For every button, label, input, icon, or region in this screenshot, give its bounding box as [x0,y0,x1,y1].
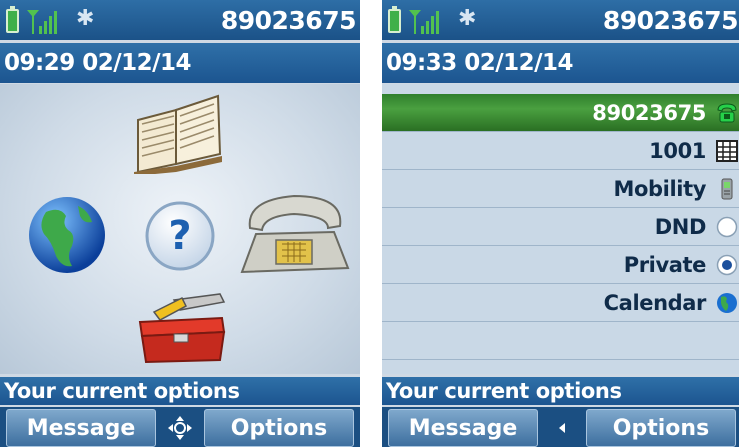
signal-icon [409,10,439,34]
list-item-dnd[interactable]: DND [382,208,739,246]
bluetooth-icon: ✱ [76,6,95,31]
status-bar: ✱ 89023675 [382,0,739,40]
svg-text:?: ? [168,213,191,259]
calendar-globe-icon [717,293,737,313]
list-item-label: DND [654,215,707,239]
navigation-cross-icon [163,411,197,445]
list-item-empty [382,322,739,360]
status-bar: ✱ 89023675 [0,0,360,40]
message-softkey[interactable]: Message [6,409,156,447]
list-item-label: Private [623,253,707,277]
globe-icon[interactable] [26,194,108,276]
telephone-icon[interactable] [236,188,354,280]
message-softkey[interactable]: Message [388,409,538,447]
list-item-calendar[interactable]: Calendar [382,284,739,322]
options-list-screen: ✱ 89023675 09:33 02/12/14 89023675 1001 … [382,0,739,447]
radio-empty-icon [716,216,738,238]
bluetooth-icon: ✱ [458,6,477,31]
phone-icon [717,103,737,123]
options-softkey[interactable]: Options [204,409,354,447]
battery-icon [6,6,19,33]
menu-icon-grid: ? [0,84,360,374]
phone-number: 89023675 [602,6,739,35]
toolbox-icon[interactable] [134,292,230,364]
list-item-private[interactable]: Private [382,246,739,284]
list-item-mobility[interactable]: Mobility [382,170,739,208]
list-item-phone-number[interactable]: 89023675 [382,94,739,132]
radio-selected-icon [716,254,738,276]
main-menu-screen: ✱ 89023675 09:29 02/12/14 ? Your current… [0,0,360,447]
footer-text: Your current options [382,377,739,405]
help-icon[interactable]: ? [144,200,216,272]
softkey-bar: Message Options [382,407,739,447]
options-list: 89023675 1001 Mobility DND Private Calen… [382,84,739,374]
date-time: 09:29 02/12/14 [0,43,360,83]
signal-icon [27,10,57,34]
list-item-label: Calendar [603,291,707,315]
options-softkey[interactable]: Options [586,409,736,447]
softkey-bar: Message Options [0,407,360,447]
date-time: 09:33 02/12/14 [382,43,739,83]
mobile-phone-icon [721,178,733,200]
list-item-label: 1001 [649,139,706,163]
list-item-label: 89023675 [592,101,706,125]
list-item-label: Mobility [613,177,707,201]
book-icon[interactable] [130,92,226,174]
footer-text: Your current options [0,377,360,405]
keypad-icon [716,140,738,162]
list-item-extension[interactable]: 1001 [382,132,739,170]
phone-number: 89023675 [220,6,357,35]
left-arrow-icon [545,411,579,445]
battery-icon [388,6,401,33]
